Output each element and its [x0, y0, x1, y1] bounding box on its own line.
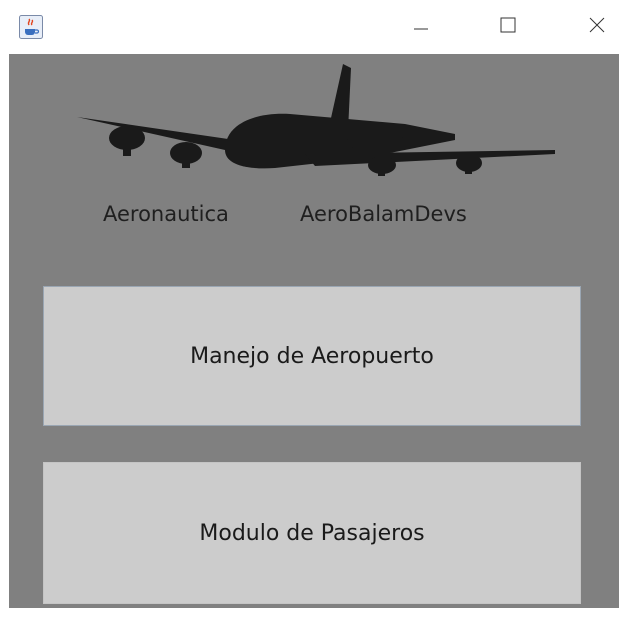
close-icon — [587, 15, 607, 39]
app-name-label: Aeronautica — [103, 202, 229, 226]
maximize-button[interactable] — [485, 0, 531, 54]
main-panel: Aeronautica AeroBalamDevs Manejo de Aero… — [9, 54, 619, 608]
minimize-button[interactable] — [398, 0, 444, 54]
airport-management-button[interactable]: Manejo de Aeropuerto — [43, 286, 581, 426]
minimize-icon — [411, 15, 431, 39]
airplane-icon — [75, 62, 555, 187]
title-bar[interactable] — [0, 0, 628, 54]
passenger-module-button[interactable]: Modulo de Pasajeros — [43, 462, 581, 604]
java-cup-icon — [19, 15, 43, 39]
team-name-label: AeroBalamDevs — [300, 202, 467, 226]
maximize-icon — [498, 15, 518, 39]
app-window: Aeronautica AeroBalamDevs Manejo de Aero… — [0, 0, 628, 626]
close-button[interactable] — [574, 0, 620, 54]
